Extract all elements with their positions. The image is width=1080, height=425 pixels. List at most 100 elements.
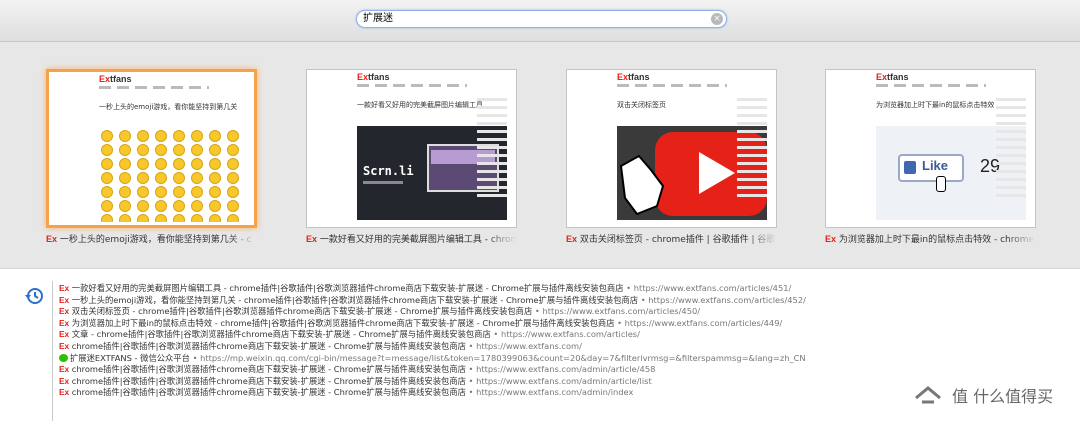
history-item[interactable]: Ex chrome插件|谷歌插件|谷歌浏览器插件chrome商店下载安装-扩展迷… <box>59 341 806 353</box>
ex-favicon: Ex <box>59 294 70 305</box>
emoji-face-icon <box>227 200 239 212</box>
page-preview: Extfans 双击关闭标签页 <box>566 69 777 228</box>
tab-thumbnail[interactable]: Extfans 一款好看又好用的完美截屏图片编辑工具 Scrn.li Ex 一款… <box>306 69 517 246</box>
thumbnail-label: Ex 双击关闭标签页 - chrome插件 | 谷歌插件 | 谷歌 <box>566 232 777 246</box>
history-url: https://www.extfans.com/ <box>476 340 582 351</box>
emoji-face-icon <box>119 186 131 198</box>
emoji-face-icon <box>209 186 221 198</box>
ex-favicon: Ex <box>59 317 70 328</box>
watermark-text: 值 什么值得买 <box>952 387 1054 406</box>
emoji-face-icon <box>209 144 221 156</box>
ex-favicon: Ex <box>46 234 58 244</box>
history-url: https://www.extfans.com/articles/450/ <box>542 306 701 317</box>
history-item[interactable]: Ex 为浏览器加上时下最in的鼠标点击特效 - chrome插件|谷歌插件|谷歌… <box>59 318 806 330</box>
smzdm-logo-icon <box>915 386 941 404</box>
url-separator: • <box>638 294 649 305</box>
tab-thumbnail[interactable]: Extfans 双击关闭标签页 Ex 双击关闭标签页 - chrome插件 | … <box>566 69 777 246</box>
url-separator: • <box>532 306 543 317</box>
history-list: Ex 一款好看又好用的完美截屏图片编辑工具 - chrome插件|谷歌插件|谷歌… <box>59 283 806 399</box>
history-item[interactable]: Ex 一款好看又好用的完美截屏图片编辑工具 - chrome插件|谷歌插件|谷歌… <box>59 283 806 295</box>
emoji-face-icon <box>227 186 239 198</box>
emoji-face-icon <box>119 130 131 142</box>
tab-thumbnail[interactable]: Extfans 一秒上头的emoji游戏，看你能坚持到第几关 Ex 一秒上头的e… <box>46 69 257 246</box>
preview-title: 一秒上头的emoji游戏，看你能坚持到第几关 <box>99 103 238 111</box>
emoji-face-icon <box>191 144 203 156</box>
search-input[interactable] <box>363 11 703 27</box>
url-separator: • <box>623 283 634 293</box>
history-title: chrome插件|谷歌插件|谷歌浏览器插件chrome商店下载安装-扩展迷 - … <box>71 387 466 398</box>
ex-favicon: Ex <box>59 375 70 386</box>
clear-search-icon[interactable]: × <box>711 13 723 25</box>
history-item[interactable]: Ex chrome插件|谷歌插件|谷歌浏览器插件chrome商店下载安装-扩展迷… <box>59 387 806 399</box>
emoji-face-icon <box>137 144 149 156</box>
emoji-face-icon <box>137 158 149 170</box>
ex-favicon: Ex <box>59 283 70 293</box>
emoji-face-icon <box>227 130 239 142</box>
preview-title: 双击关闭标签页 <box>617 101 666 109</box>
url-separator: • <box>465 340 477 351</box>
history-title: 扩展迷EXTFANS - 微信公众平台 <box>70 352 190 363</box>
emoji-face-icon <box>101 172 113 184</box>
emoji-face-icon <box>173 214 185 222</box>
emoji-face-icon <box>173 200 185 212</box>
like-text: Like <box>922 158 949 173</box>
emoji-face-icon <box>209 200 221 212</box>
emoji-face-icon <box>119 158 131 170</box>
history-item[interactable]: 扩展迷EXTFANS - 微信公众平台 • https://mp.weixin.… <box>59 353 806 365</box>
history-item[interactable]: Ex chrome插件|谷歌插件|谷歌浏览器插件chrome商店下载安装-扩展迷… <box>59 364 806 376</box>
emoji-face-icon <box>209 130 221 142</box>
emoji-face-icon <box>119 214 131 222</box>
emoji-face-icon <box>119 144 131 156</box>
history-title: 为浏览器加上时下最in的鼠标点击特效 - chrome插件|谷歌插件|谷歌浏览器… <box>71 317 615 328</box>
history-item[interactable]: Ex 一秒上头的emoji游戏，看你能坚持到第几关 - chrome插件|谷歌插… <box>59 295 806 307</box>
emoji-face-icon <box>191 214 203 222</box>
history-icon <box>25 288 43 304</box>
url-separator: • <box>465 387 477 398</box>
url-separator: • <box>490 329 501 340</box>
emoji-face-icon <box>155 130 167 142</box>
thumbnail-label: Ex 一秒上头的emoji游戏，看你能坚持到第几关 - c <box>46 232 257 246</box>
url-separator: • <box>465 375 477 386</box>
emoji-face-icon <box>173 130 185 142</box>
history-url: https://www.extfans.com/admin/article/li… <box>476 375 652 386</box>
thumbnail-label: Ex 一款好看又好用的完美截屏图片编辑工具 - chrome <box>306 232 517 246</box>
search-box[interactable]: × <box>356 10 727 28</box>
emoji-face-icon <box>191 172 203 184</box>
scrnli-text: Scrn.li <box>363 164 414 178</box>
history-divider <box>52 281 53 421</box>
emoji-face-icon <box>173 186 185 198</box>
history-item[interactable]: Ex 文章 - chrome插件|谷歌插件|谷歌浏览器插件chrome商店下载安… <box>59 329 806 341</box>
thumbnail-label: Ex 为浏览器加上时下最in的鼠标点击特效 - chrome <box>825 232 1036 246</box>
emoji-face-icon <box>173 158 185 170</box>
url-separator: • <box>189 352 201 363</box>
history-url: https://www.extfans.com/articles/452/ <box>648 294 806 305</box>
history-title: 一款好看又好用的完美截屏图片编辑工具 - chrome插件|谷歌插件|谷歌浏览器… <box>71 283 624 293</box>
history-item[interactable]: Ex 双击关闭标签页 - chrome插件|谷歌插件|谷歌浏览器插件chrome… <box>59 306 806 318</box>
history-title: chrome插件|谷歌插件|谷歌浏览器插件chrome商店下载安装-扩展迷 - … <box>71 340 466 351</box>
emoji-face-icon <box>101 130 113 142</box>
search-toolbar: × <box>0 0 1080 42</box>
tab-thumbnail[interactable]: Extfans 为浏览器加上时下最in的鼠标点击特效 Like 29 Ex 为浏… <box>825 69 1036 246</box>
emoji-face-icon <box>209 172 221 184</box>
emoji-face-icon <box>191 200 203 212</box>
history-item[interactable]: Ex chrome插件|谷歌插件|谷歌浏览器插件chrome商店下载安装-扩展迷… <box>59 376 806 388</box>
history-url: https://www.extfans.com/articles/ <box>500 329 640 340</box>
emoji-face-icon <box>227 214 239 222</box>
emoji-face-icon <box>173 144 185 156</box>
extfans-logo: Extfans <box>617 72 650 82</box>
history-url: https://www.extfans.com/admin/article/45… <box>476 364 656 375</box>
emoji-face-icon <box>227 172 239 184</box>
emoji-face-icon <box>155 158 167 170</box>
url-separator: • <box>465 364 477 375</box>
emoji-face-icon <box>137 214 149 222</box>
emoji-face-icon <box>155 172 167 184</box>
ex-favicon: Ex <box>59 364 70 375</box>
history-title: chrome插件|谷歌插件|谷歌浏览器插件chrome商店下载安装-扩展迷 - … <box>71 364 466 375</box>
preview-title: 一款好看又好用的完美截屏图片编辑工具 <box>357 101 483 109</box>
emoji-face-icon <box>137 172 149 184</box>
emoji-grid-image <box>99 128 249 222</box>
wechat-icon <box>59 353 68 362</box>
history-title: chrome插件|谷歌插件|谷歌浏览器插件chrome商店下载安装-扩展迷 - … <box>71 375 466 386</box>
emoji-face-icon <box>137 200 149 212</box>
emoji-face-icon <box>155 186 167 198</box>
